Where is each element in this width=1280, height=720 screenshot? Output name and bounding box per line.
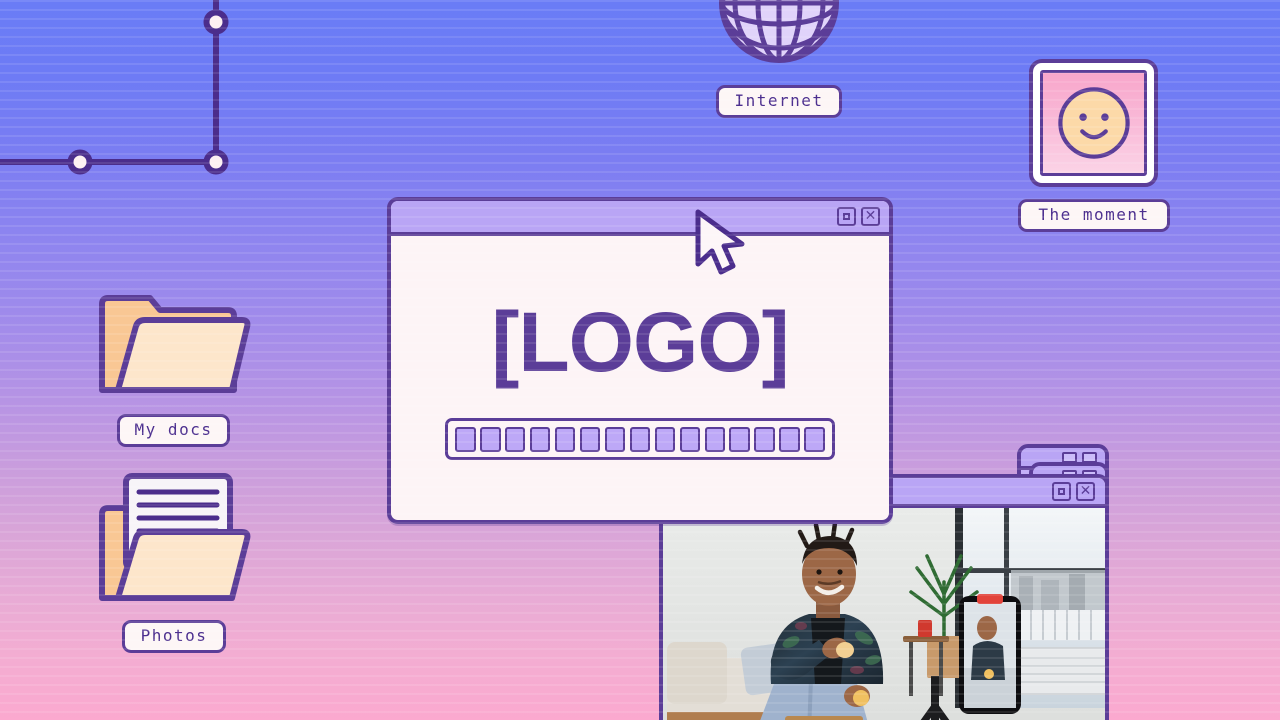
moment-label[interactable]: The moment xyxy=(1018,199,1170,233)
folder-with-document-icon[interactable] xyxy=(96,470,254,608)
loading-segment xyxy=(629,426,651,452)
maximize-icon[interactable] xyxy=(1062,451,1077,463)
maximize-button[interactable] xyxy=(837,207,856,226)
connector-nodes-graphic xyxy=(0,0,240,194)
maximize-icon xyxy=(1058,487,1065,495)
close-button[interactable]: ✕ xyxy=(1076,481,1095,501)
loading-segment xyxy=(579,426,601,452)
desktop-background: Internet The moment My docs Photos ✕ ✕ [… xyxy=(0,0,1280,720)
maximize-button[interactable] xyxy=(1052,481,1071,501)
loading-progress-bar xyxy=(445,418,835,460)
logo-window[interactable]: ✕ [LOGO] xyxy=(387,197,893,524)
arrow-cursor xyxy=(688,206,750,278)
my-docs-label[interactable]: My docs xyxy=(117,414,230,448)
loading-segment xyxy=(554,426,576,452)
photo-frame-smiley-icon[interactable] xyxy=(1029,59,1158,187)
maximize-icon xyxy=(843,213,850,220)
photo-frame-inner xyxy=(1040,70,1147,176)
loading-segment xyxy=(479,426,501,452)
smiley-face-icon xyxy=(1057,87,1130,159)
close-icon[interactable] xyxy=(1082,451,1097,463)
logo-placeholder-text: [LOGO] xyxy=(491,295,789,389)
loading-segment xyxy=(455,426,476,452)
loading-segment xyxy=(504,426,526,452)
video-content xyxy=(663,508,1105,720)
loading-segment xyxy=(679,426,701,452)
loading-segment xyxy=(604,426,626,452)
loading-segment xyxy=(754,426,775,452)
logo-window-body: [LOGO] xyxy=(391,236,889,520)
close-icon: ✕ xyxy=(864,208,877,224)
loading-segment xyxy=(704,426,726,452)
open-folder-icon[interactable] xyxy=(96,292,254,397)
internet-label[interactable]: Internet xyxy=(716,85,842,119)
photos-label[interactable]: Photos xyxy=(122,620,226,654)
loading-segment xyxy=(729,426,751,452)
loading-segment xyxy=(529,426,551,452)
loading-segment xyxy=(779,426,800,452)
globe-icon[interactable] xyxy=(718,0,840,64)
logo-window-titlebar[interactable]: ✕ xyxy=(391,201,889,236)
loading-segment xyxy=(804,426,825,452)
close-icon: ✕ xyxy=(1079,482,1092,499)
close-button[interactable]: ✕ xyxy=(861,207,880,226)
loading-segment xyxy=(654,426,676,452)
